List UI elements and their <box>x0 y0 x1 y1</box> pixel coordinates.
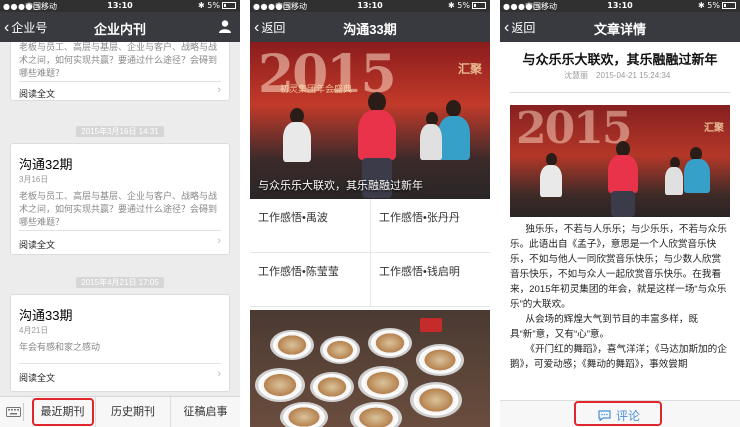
journal-feed[interactable]: 老板与员工、高层与基层、企业与客户、战略与战术之间，如何实现共赢？要通过什么途径… <box>0 42 240 396</box>
article-link[interactable]: 工作感悟•禹波 <box>250 199 370 253</box>
keyboard-toggle[interactable] <box>4 403 24 421</box>
cover-caption: 与众乐乐大联欢，其乐融融过新年 <box>258 180 423 192</box>
back-label: 返回 <box>511 21 536 35</box>
card-date: 4月21日 <box>19 326 49 335</box>
timestamp: 2015年3月16日 14:31 <box>0 121 240 139</box>
status-bar: ●●●●○ 中国移动 13:10 ✱ 5% <box>250 0 490 12</box>
article-paragraph: 从会场的辉煌大气到节目的丰富多样，既具“新”意，又有“心”意。 <box>510 314 699 340</box>
card-title: 沟通33期 <box>19 308 73 323</box>
battery-percent: 5% <box>457 1 470 10</box>
back-button[interactable]: ‹ 返回 <box>254 19 285 36</box>
battery-percent: 5% <box>207 1 220 10</box>
battery-icon <box>222 2 236 9</box>
card-date: 3月16日 <box>19 175 49 184</box>
journal-card[interactable]: 沟通33期 4月21日 年会有感和家之感动 阅读全文 › <box>10 294 230 392</box>
screen-journal-list: ●●●●○ 中国移动 13:10 ✱ 5% ‹ 企业号 企业内刊 老板与员工、高层… <box>0 0 240 427</box>
screen-issue-detail: ●●●●○ 中国移动 13:10 ✱ 5% ‹ 返回 沟通33期 2015 初灵集… <box>250 0 490 427</box>
cover-photo[interactable]: 2015 初灵集团年会盛典 汇聚 与众乐乐大联欢，其乐融融过新年 <box>250 42 490 199</box>
chevron-right-icon: › <box>217 368 221 380</box>
bluetooth-icon: ✱ <box>698 1 705 10</box>
status-bar: ●●●●○ 中国移动 13:10 ✱ 5% <box>500 0 740 12</box>
divider <box>510 92 730 93</box>
bluetooth-icon: ✱ <box>448 1 455 10</box>
back-label: 返回 <box>261 21 286 35</box>
menu-past-issues[interactable]: 历史期刊 <box>95 397 170 427</box>
read-more-link[interactable]: 阅读全文 <box>19 371 55 384</box>
keyboard-icon <box>6 407 21 417</box>
page-title: 沟通33期 <box>343 22 397 37</box>
page-title: 文章详情 <box>593 22 646 37</box>
profile-icon[interactable] <box>218 19 232 33</box>
battery-icon <box>722 2 736 9</box>
chevron-right-icon: › <box>217 235 221 247</box>
back-button[interactable]: ‹ 返回 <box>504 19 535 36</box>
divider <box>19 363 221 364</box>
article-body: 独乐乐，不若与人乐乐；与少乐乐，不若与众乐乐。此语出自《孟子》，意思是一个人欣赏… <box>510 222 730 372</box>
journal-card[interactable]: 老板与员工、高层与基层、企业与客户、战略与战术之间，如何实现共赢？要通过什么途径… <box>10 42 230 101</box>
journal-card[interactable]: 沟通32期 3月16日 老板与员工、高层与基层、企业与客户、战略与战术之间，如何… <box>10 143 230 255</box>
article-link[interactable]: 工作感悟•钱启明 <box>370 253 490 307</box>
article-author: 沈慧丽 <box>564 71 588 80</box>
banner-subsign: 初灵集团年会盛典 <box>280 84 353 94</box>
menu-call-for-submissions[interactable]: 征稿启事 <box>170 397 240 427</box>
status-bar: ●●●●○ 中国移动 13:10 ✱ 5% <box>0 0 240 12</box>
read-more-link[interactable]: 阅读全文 <box>19 238 55 251</box>
divider <box>19 81 221 82</box>
card-description: 年会有感和家之感动 <box>19 342 101 352</box>
article-photo[interactable]: 2015 汇聚 <box>510 105 730 217</box>
chevron-left-icon: ‹ <box>254 18 260 36</box>
battery-icon <box>472 2 486 9</box>
nav-bar: ‹ 企业号 企业内刊 <box>0 12 240 42</box>
photo-banner-sign: 汇聚 <box>704 123 724 134</box>
article-meta: 沈慧丽 2015-04-21 15:24:34 <box>564 70 670 81</box>
photo-banner-text: 2015 <box>516 105 632 154</box>
article-paragraph: 独乐乐，不若与人乐乐；与少乐乐，不若与众乐乐。此语出自《孟子》，意思是一个人欣赏… <box>510 224 727 310</box>
article-paragraph: 《开门红的舞蹈》，喜气洋洋；《马达加斯加的企鹅》，可爱动感；《舞动的舞蹈》，事效… <box>510 344 727 370</box>
battery-percent: 5% <box>707 1 720 10</box>
card-title: 沟通32期 <box>19 157 73 172</box>
chevron-left-icon: ‹ <box>504 18 510 36</box>
read-more-link[interactable]: 阅读全文 <box>19 87 55 100</box>
article-link[interactable]: 工作感悟•张丹丹 <box>370 199 490 253</box>
nav-bar: ‹ 返回 沟通33期 <box>250 12 490 42</box>
highlight-box <box>32 398 94 426</box>
food-photo[interactable] <box>250 310 490 427</box>
nav-bar: ‹ 返回 文章详情 <box>500 12 740 42</box>
chevron-left-icon: ‹ <box>4 18 10 36</box>
article-date: 2015-04-21 15:24:34 <box>596 71 671 80</box>
card-description: 老板与员工、高层与基层、企业与客户、战略与战术之间，如何实现共赢？要通过什么途径… <box>19 191 218 227</box>
divider <box>19 230 221 231</box>
banner-sign: 汇聚 <box>457 62 482 76</box>
highlight-box <box>574 401 662 426</box>
card-description: 老板与员工、高层与基层、企业与客户、战略与战术之间，如何实现共赢？要通过什么途径… <box>19 42 218 78</box>
chevron-right-icon: › <box>217 84 221 96</box>
back-button[interactable]: ‹ 企业号 <box>4 19 47 36</box>
article-link[interactable]: 工作感悟•陈莹莹 <box>250 253 370 307</box>
bluetooth-icon: ✱ <box>198 1 205 10</box>
article-title: 与众乐乐大联欢，其乐融融过新年 <box>522 52 718 67</box>
back-label: 企业号 <box>11 21 48 35</box>
timestamp: 2015年4月21日 17:05 <box>0 272 240 290</box>
screen-article-detail: ●●●●○ 中国移动 13:10 ✱ 5% ‹ 返回 文章详情 与众乐乐大联欢，其… <box>500 0 740 427</box>
